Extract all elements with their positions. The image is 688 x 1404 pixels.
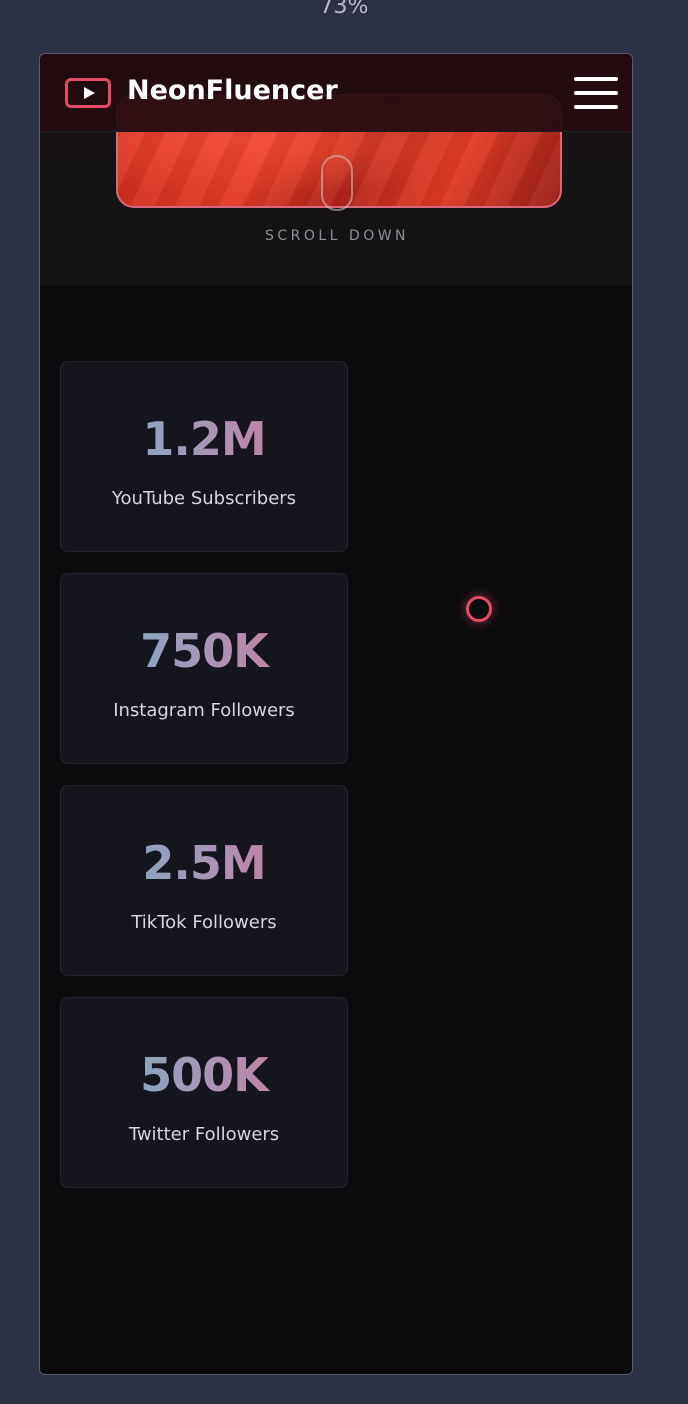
mouse-icon[interactable] bbox=[321, 155, 353, 211]
stat-label: YouTube Subscribers bbox=[111, 488, 297, 509]
mobile-viewport: SCROLL DOWN NeonFluencer 1.2M YouTube Su… bbox=[39, 53, 633, 1375]
hamburger-icon bbox=[574, 105, 618, 109]
play-icon[interactable] bbox=[65, 78, 111, 108]
zoom-level-label: 73% bbox=[319, 0, 369, 19]
hamburger-icon bbox=[574, 91, 618, 95]
stat-label: Instagram Followers bbox=[113, 700, 295, 721]
hamburger-menu-button[interactable] bbox=[574, 77, 620, 111]
stat-value: 1.2M bbox=[61, 412, 347, 466]
stat-value: 2.5M bbox=[61, 836, 347, 890]
stat-value: 500K bbox=[61, 1048, 347, 1102]
stat-label: TikTok Followers bbox=[131, 912, 277, 933]
navbar: NeonFluencer bbox=[40, 54, 632, 132]
stat-label: Twitter Followers bbox=[128, 1124, 280, 1145]
custom-cursor-icon bbox=[466, 596, 492, 622]
scroll-down-label[interactable]: SCROLL DOWN bbox=[40, 228, 632, 244]
stat-card-twitter: 500K Twitter Followers bbox=[60, 997, 348, 1188]
brand-name[interactable]: NeonFluencer bbox=[127, 75, 338, 106]
hamburger-icon bbox=[574, 77, 618, 81]
stat-card-tiktok: 2.5M TikTok Followers bbox=[60, 785, 348, 976]
stat-value: 750K bbox=[61, 624, 347, 678]
stat-card-instagram: 750K Instagram Followers bbox=[60, 573, 348, 764]
stat-card-youtube: 1.2M YouTube Subscribers bbox=[60, 361, 348, 552]
